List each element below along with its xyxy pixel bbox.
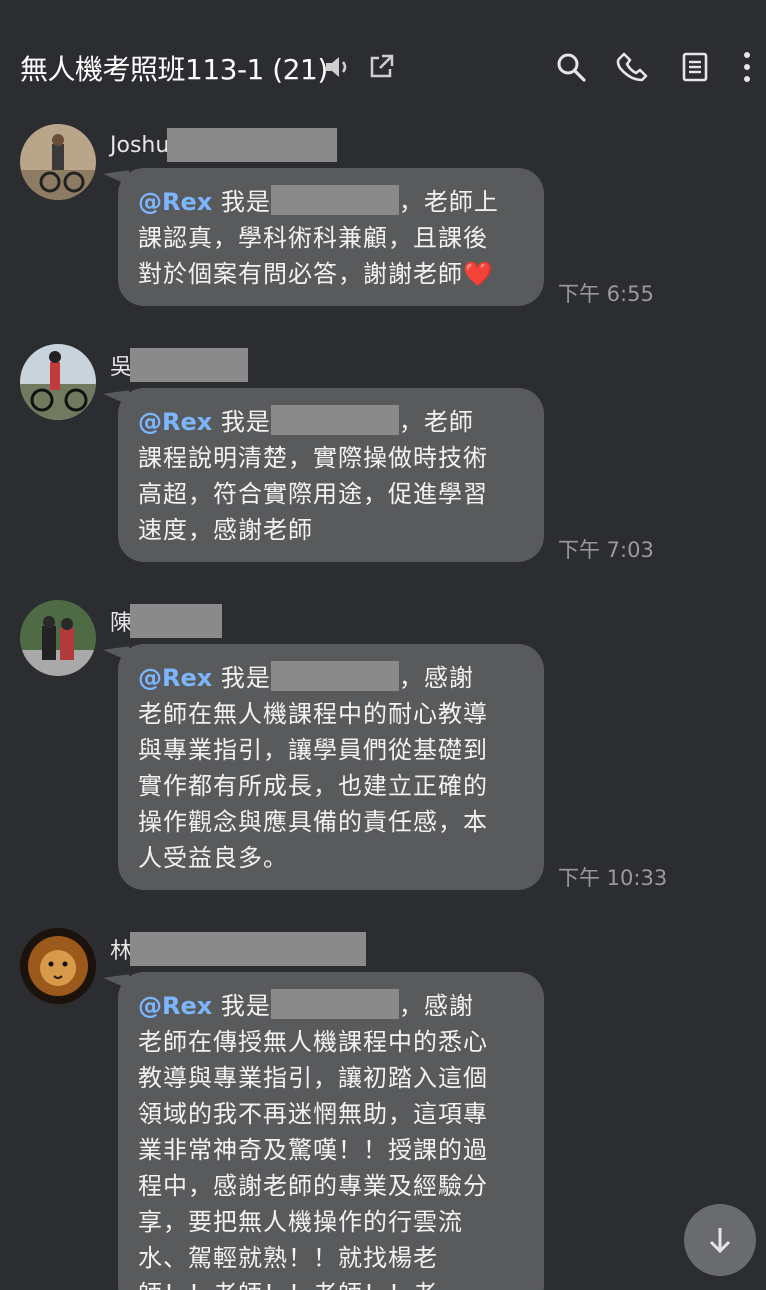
message-text: ，感謝 — [398, 992, 474, 1020]
message-text: 老師在無人機課程中的耐心教導 — [138, 700, 488, 728]
message-text: 課程說明清楚，實際操做時技術 — [138, 444, 488, 472]
redaction-block — [130, 932, 367, 966]
sender-name: Joshu — [110, 128, 338, 162]
sender-name-text: 林 — [110, 939, 133, 964]
message-time: 下午 7:03 — [558, 538, 654, 562]
avatar[interactable] — [20, 124, 96, 200]
message-text: ，感謝 — [398, 664, 474, 692]
message-text: 我是 — [220, 408, 271, 436]
redaction-block — [270, 405, 399, 435]
message-text: 業非常神奇及驚嘆！！授課的過 — [138, 1136, 488, 1164]
notes-icon[interactable] — [678, 50, 712, 84]
avatar[interactable] — [20, 928, 96, 1004]
mention[interactable]: @Rex — [138, 188, 212, 216]
message-time: 下午 6:55 — [558, 282, 654, 306]
phone-icon[interactable] — [616, 50, 650, 84]
message-text: 水、駕輕就熟！！就找楊老 — [138, 1244, 438, 1272]
search-icon[interactable] — [554, 50, 588, 84]
redaction-block — [270, 185, 399, 215]
message-text: ，老師上 — [398, 188, 499, 216]
sender-name: 吳 — [110, 348, 249, 382]
message-text: 人受益良多。 — [138, 844, 288, 872]
message-bubble[interactable]: @Rex 我是 ，老師 課程說明清楚，實際操做時技術 高超，符合實際用途，促進學習… — [118, 388, 544, 562]
message-text: 我是 — [220, 188, 271, 216]
message-text: 領域的我不再迷惘無助，這項專 — [138, 1100, 488, 1128]
avatar[interactable] — [20, 344, 96, 420]
message-time: 下午 10:33 — [558, 866, 668, 890]
message-text: 操作觀念與應具備的責任感，本 — [138, 808, 488, 836]
message-text: 課認真，學科術科兼顧，且課後 — [138, 224, 488, 252]
message-text: 師！！老師！！老師！！老 — [138, 1280, 438, 1290]
redaction-block — [167, 128, 338, 162]
chat-screen: 無人機考照班113-1 (21) Joshu @Rex 我是 ，老師上 課認真，… — [0, 0, 766, 1290]
message-text: 我是 — [220, 664, 271, 692]
arrow-down-icon — [709, 1228, 731, 1254]
chat-title[interactable]: 無人機考照班113-1 (21) — [20, 48, 328, 88]
mention[interactable]: @Rex — [138, 408, 212, 436]
avatar[interactable] — [20, 600, 96, 676]
message-text: 教導與專業指引，讓初踏入這個 — [138, 1064, 488, 1092]
message-text: 對於個案有問必答，謝謝老師 — [138, 260, 463, 288]
message-bubble[interactable]: @Rex 我是 ，感謝 老師在傳授無人機課程中的悉心 教導與專業指引，讓初踏入這個… — [118, 972, 544, 1290]
sender-name-text: Joshu — [110, 132, 170, 158]
chat-header: 無人機考照班113-1 (21) — [0, 0, 766, 120]
message-text: 實作都有所成長，也建立正確的 — [138, 772, 488, 800]
heart-emoji: ❤️ — [463, 260, 494, 288]
message-text: 老師在傳授無人機課程中的悉心 — [138, 1028, 488, 1056]
message-bubble[interactable]: @Rex 我是 ，老師上 課認真，學科術科兼顧，且課後 對於個案有問必答，謝謝老師… — [118, 168, 544, 306]
scroll-to-bottom-button[interactable] — [684, 1204, 756, 1276]
message-text: 與專業指引，讓學員們從基礎到 — [138, 736, 488, 764]
message-text: 程中，感謝老師的專業及經驗分 — [138, 1172, 488, 1200]
message-text: 我是 — [220, 992, 271, 1020]
redaction-block — [130, 604, 223, 638]
message-bubble[interactable]: @Rex 我是 ，感謝 老師在無人機課程中的耐心教導 與專業指引，讓學員們從基礎到… — [118, 644, 544, 890]
sender-name-text: 吳 — [110, 355, 133, 380]
mention[interactable]: @Rex — [138, 664, 212, 692]
sender-name-text: 陳 — [110, 611, 133, 636]
more-icon[interactable] — [740, 50, 754, 84]
redaction-block — [270, 989, 399, 1019]
redaction-block — [270, 661, 399, 691]
message-text: 高超，符合實際用途，促進學習 — [138, 480, 488, 508]
mention[interactable]: @Rex — [138, 992, 212, 1020]
redaction-block — [130, 348, 249, 382]
sender-name: 林 — [110, 932, 367, 966]
open-external-icon[interactable] — [366, 52, 396, 82]
message-text: 享，要把無人機操作的行雲流 — [138, 1208, 463, 1236]
sender-name: 陳 — [110, 604, 223, 638]
message-text: 速度，感謝老師 — [138, 516, 313, 544]
speaker-icon[interactable] — [322, 52, 352, 82]
message-text: ，老師 — [398, 408, 474, 436]
